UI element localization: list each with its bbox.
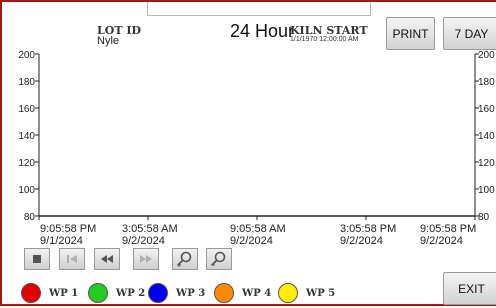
legend-wp4-label: WP 4 — [242, 287, 272, 299]
x-tick-time: 9:05:58 PM — [420, 223, 477, 235]
x-tick-date: 9/2/2024 — [230, 235, 273, 247]
legend-wp5-label: WP 5 — [306, 287, 336, 299]
x-tick-label: 3:05:58 PM 9/2/2024 — [340, 223, 396, 247]
legend-wp2: WP 2 — [88, 283, 145, 303]
right-y-tick-label: 160 — [478, 104, 495, 115]
x-tick-date: 9/1/2024 — [40, 235, 83, 247]
trend-screen: LOT ID Nyle 24 Hour KILN START 1/1/1970 … — [0, 0, 496, 306]
left-y-tick-label: 80 — [24, 212, 36, 223]
x-tick-label: 9:05:58 PM 9/1/2024 — [40, 223, 96, 247]
legend-wp1: WP 1 — [21, 283, 78, 303]
rewind-icon — [101, 255, 113, 263]
fast-forward-icon — [140, 255, 152, 263]
left-y-tick-label: 120 — [18, 158, 35, 169]
x-tick-time: 9:05:58 AM — [230, 223, 286, 235]
legend-wp3: WP 3 — [148, 283, 205, 303]
legend-wp5-dot — [278, 283, 298, 303]
x-tick-date: 9/2/2024 — [340, 235, 383, 247]
zoom-in-button[interactable] — [172, 248, 198, 270]
zoom-in-icon — [177, 251, 192, 267]
right-y-tick-label: 200 — [478, 50, 495, 61]
right-y-tick-label: 100 — [478, 185, 495, 196]
legend-wp1-dot — [21, 283, 41, 303]
exit-button[interactable]: EXIT — [443, 272, 496, 305]
x-tick-time: 3:05:58 AM — [122, 223, 178, 235]
legend-wp3-dot — [148, 283, 168, 303]
legend-wp3-label: WP 3 — [176, 287, 206, 299]
x-tick-date: 9/2/2024 — [420, 235, 463, 247]
right-y-tick-label: 180 — [478, 77, 495, 88]
x-tick-label: 9:05:58 PM 9/2/2024 — [420, 223, 476, 247]
legend-wp1-label: WP 1 — [49, 287, 79, 299]
stop-icon — [33, 255, 41, 263]
right-y-tick-label: 140 — [478, 131, 495, 142]
zoom-out-icon — [211, 251, 226, 266]
left-y-tick-label: 180 — [18, 77, 35, 88]
zoom-out-button[interactable] — [206, 248, 232, 270]
x-tick-time: 9:05:58 PM — [40, 223, 97, 235]
left-y-tick-label: 140 — [18, 131, 35, 142]
skip-to-start-button[interactable] — [59, 248, 85, 270]
left-y-tick-label: 200 — [18, 50, 35, 61]
x-tick-label: 3:05:58 AM 9/2/2024 — [122, 223, 178, 247]
x-tick-time: 3:05:58 PM — [340, 223, 397, 235]
legend-wp2-dot — [88, 283, 108, 303]
fast-forward-button[interactable] — [133, 248, 159, 270]
right-y-tick-label: 120 — [478, 158, 495, 169]
left-y-tick-label: 160 — [18, 104, 35, 115]
rewind-button[interactable] — [94, 248, 120, 270]
x-tick-label: 9:05:58 AM 9/2/2024 — [230, 223, 286, 247]
stop-button[interactable] — [24, 248, 50, 270]
legend-wp5: WP 5 — [278, 283, 335, 303]
skip-to-start-icon — [67, 255, 77, 263]
legend-wp4-dot — [214, 283, 234, 303]
legend-wp2-label: WP 2 — [116, 287, 146, 299]
x-tick-date: 9/2/2024 — [122, 235, 165, 247]
right-y-tick-label: 80 — [478, 212, 490, 223]
left-y-tick-label: 100 — [18, 185, 35, 196]
legend-wp4: WP 4 — [214, 283, 271, 303]
